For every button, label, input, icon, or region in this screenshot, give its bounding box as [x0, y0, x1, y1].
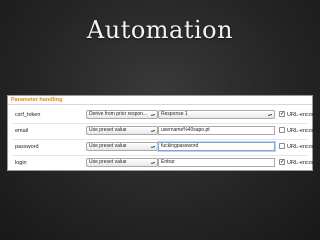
- value-input[interactable]: Entrar: [158, 158, 275, 167]
- value-input-text: username%40sapo.pt: [161, 127, 210, 133]
- source-select-value: Use preset value: [89, 143, 127, 149]
- value-input[interactable]: fuckingpassword: [158, 142, 275, 151]
- parameter-name: login: [15, 160, 27, 166]
- source-select[interactable]: Use preset value ▴▾: [86, 126, 158, 135]
- slide-title: Automation: [86, 16, 234, 44]
- response-select[interactable]: Response 1 ▴▾: [158, 110, 275, 119]
- url-encode-label: URL-encode: [287, 144, 318, 150]
- url-encode-label: URL-encode: [287, 128, 318, 134]
- source-select[interactable]: Use preset value ▴▾: [86, 142, 158, 151]
- parameter-name: csrf_token: [15, 112, 41, 118]
- panel-title: Parameter handling: [11, 97, 63, 103]
- parameter-row-email: email Use preset value ▴▾ username%40sap…: [8, 125, 318, 137]
- parameter-row-password: password Use preset value ▴▾ fuckingpass…: [8, 141, 318, 153]
- row-divider: [12, 155, 308, 156]
- source-select-value: Use preset value: [89, 159, 127, 165]
- up-down-arrows-icon: ▴▾: [150, 112, 155, 117]
- row-divider: [12, 139, 308, 140]
- url-encode-checkbox[interactable]: ✓: [279, 159, 285, 165]
- value-input[interactable]: username%40sapo.pt: [158, 126, 275, 135]
- up-down-arrows-icon: ▴▾: [150, 144, 155, 149]
- source-select-value: Derive from prior respon...: [89, 111, 148, 117]
- up-down-arrows-icon: ▴▾: [267, 112, 272, 117]
- response-select-value: Response 1: [161, 111, 188, 117]
- checkmark-icon: ✓: [280, 159, 286, 165]
- url-encode-checkbox[interactable]: [279, 127, 285, 133]
- value-input-text: fuckingpassword: [161, 143, 199, 149]
- up-down-arrows-icon: ▴▾: [150, 160, 155, 165]
- up-down-arrows-icon: ▴▾: [150, 128, 155, 133]
- panel-divider: [8, 104, 312, 105]
- parameter-row-login: login Use preset value ▴▾ Entrar ✓ URL-e…: [8, 157, 318, 169]
- url-encode-label: URL-encode: [287, 112, 318, 118]
- parameter-row-csrf-token: csrf_token Derive from prior respon... ▴…: [8, 109, 318, 121]
- url-encode-label: URL-encode: [287, 160, 318, 166]
- source-select-value: Use preset value: [89, 127, 127, 133]
- url-encode-checkbox[interactable]: [279, 143, 285, 149]
- parameter-name: email: [15, 128, 29, 134]
- checkmark-icon: ✓: [280, 111, 286, 117]
- row-divider: [12, 123, 308, 124]
- url-encode-checkbox[interactable]: ✓: [279, 111, 285, 117]
- source-select[interactable]: Derive from prior respon... ▴▾: [86, 110, 158, 119]
- parameter-name: password: [15, 144, 39, 150]
- value-input-text: Entrar: [161, 159, 175, 165]
- parameter-handling-panel: Parameter handling csrf_token Derive fro…: [7, 95, 318, 171]
- source-select[interactable]: Use preset value ▴▾: [86, 158, 158, 167]
